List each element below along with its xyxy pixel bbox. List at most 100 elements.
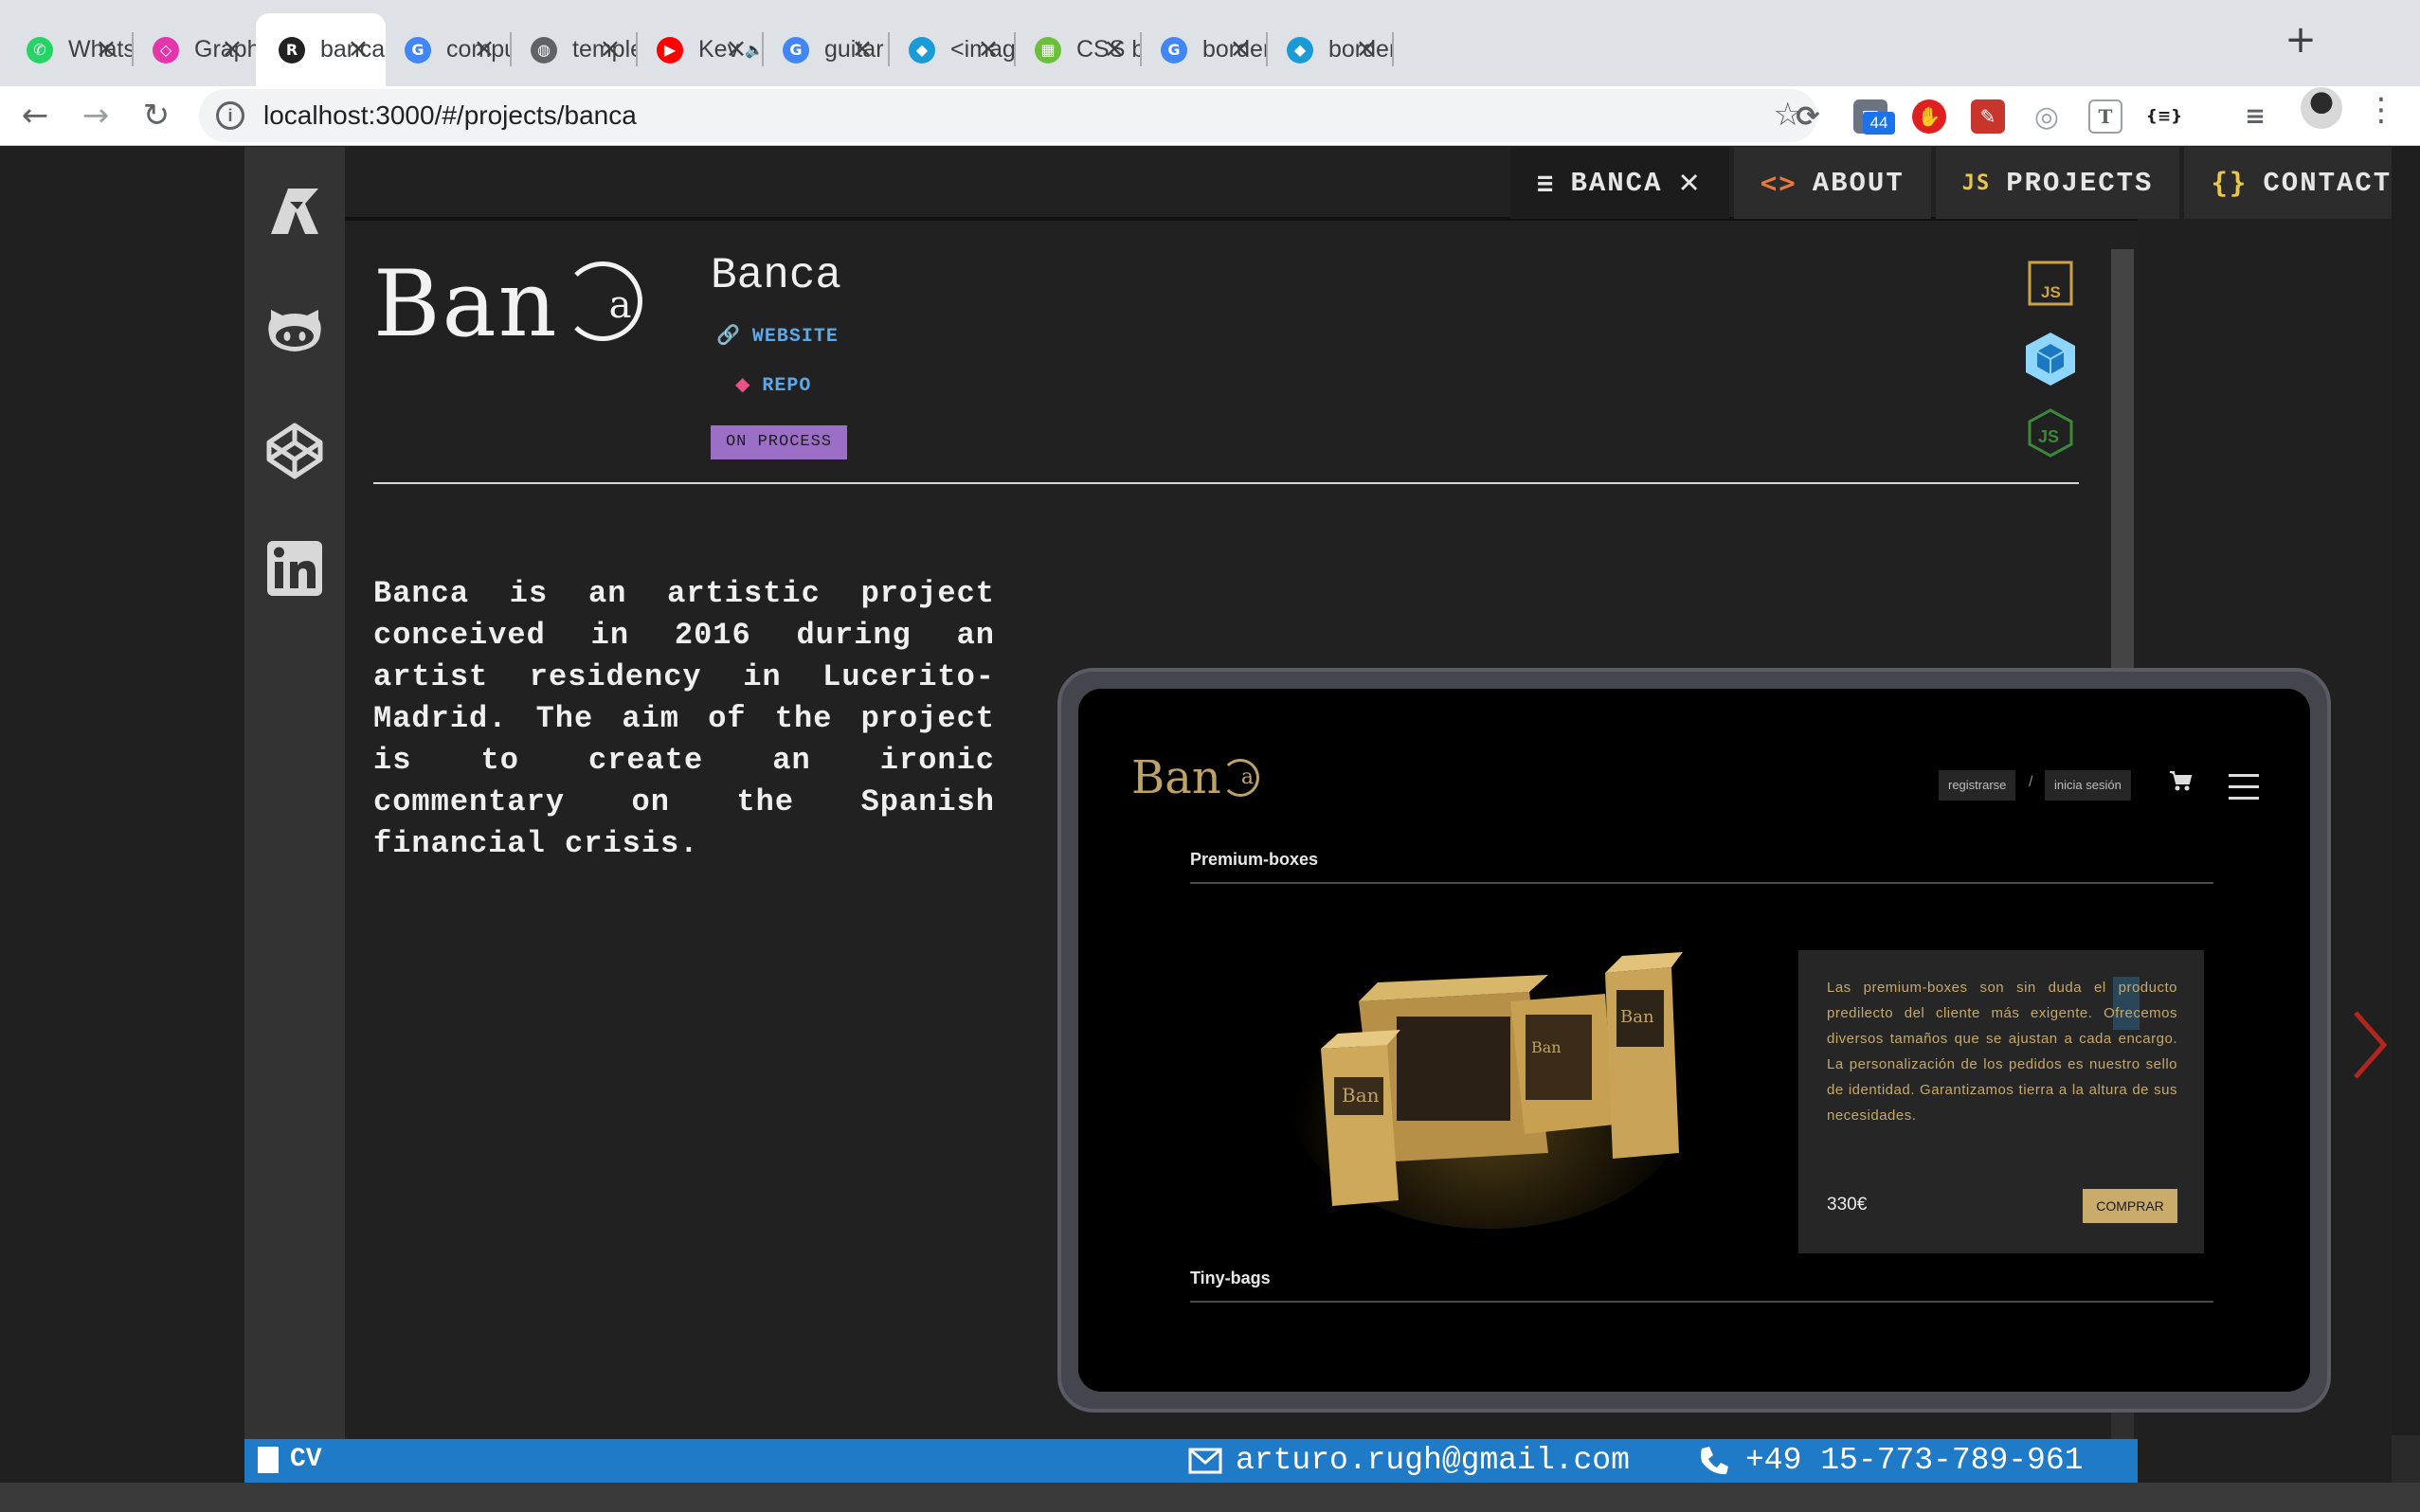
page-viewport: ≡ BANCA ✕ <> ABOUT JS PROJECTS {} CONTAC… — [0, 147, 2420, 1512]
browser-tab[interactable]: ✆WhatsA× — [4, 13, 134, 86]
ar-logo-icon: R — [279, 36, 305, 63]
tab-label: PROJECTS — [2006, 167, 2154, 199]
adblock-extension-icon[interactable]: ✋ — [1912, 99, 1946, 134]
repo-link[interactable]: ◆ REPO — [735, 372, 811, 397]
close-tab-icon[interactable]: ✕ — [1677, 167, 1702, 199]
box-label: Ban — [1531, 1038, 1562, 1056]
buy-button[interactable]: COMPRAR — [2083, 1189, 2177, 1223]
close-tab-icon[interactable]: × — [848, 34, 876, 63]
close-tab-icon[interactable]: × — [92, 34, 120, 63]
reload-button[interactable]: ↻ — [135, 94, 178, 137]
cv-link[interactable]: CV — [258, 1445, 322, 1474]
globe-icon: ◍ — [531, 36, 557, 63]
site-info-icon[interactable]: i — [216, 101, 244, 130]
product-price: 330€ — [1827, 1195, 1868, 1215]
phone-link[interactable]: +49 15-773-789-961 — [1698, 1443, 2083, 1478]
browser-tab[interactable]: ◇GraphQ× — [130, 13, 260, 86]
login-button[interactable]: inicia sesión — [2045, 770, 2131, 801]
tab-projects[interactable]: JS PROJECTS — [1935, 147, 2180, 219]
address-bar[interactable]: i localhost:3000/#/projects/banca ☆ — [199, 89, 1817, 142]
google-icon: G — [783, 36, 809, 63]
browser-tab[interactable]: Gguitar s× — [760, 13, 890, 86]
google-icon: G — [1161, 36, 1187, 63]
browser-tab[interactable]: Rbanca × — [256, 13, 386, 86]
youtube-icon: ▶ — [657, 36, 683, 63]
phone-text: +49 15-773-789-961 — [1745, 1443, 2084, 1478]
phone-icon — [1701, 1446, 1728, 1474]
screenshot-logo-c-mark: a — [1220, 759, 1259, 797]
email-link[interactable]: arturo.rugh@gmail.com — [1188, 1443, 1630, 1478]
new-tab-button[interactable]: + — [2280, 21, 2321, 63]
svg-text:JS: JS — [2038, 427, 2059, 446]
website-screenshot[interactable]: Ban a registrarse / inicia sesión Premium… — [1078, 689, 2310, 1392]
close-tab-icon[interactable]: × — [974, 34, 1002, 63]
page-scrollbar-thumb[interactable] — [2392, 147, 2420, 1435]
font-extension-icon[interactable]: T — [2088, 99, 2122, 134]
close-tab-icon[interactable]: × — [1352, 34, 1381, 63]
browser-tab[interactable]: ▶ Kev 🔈 × — [634, 13, 764, 86]
json-extension-icon[interactable]: {≡} — [2146, 99, 2182, 134]
document-icon — [258, 1446, 279, 1473]
page-scrollbar[interactable] — [2392, 147, 2420, 1512]
webpack-icon — [2026, 333, 2075, 386]
scrollbar-thumb[interactable] — [2111, 249, 2134, 675]
tab-banca[interactable]: ≡ BANCA ✕ — [1510, 147, 1729, 219]
bird-icon: ◆ — [909, 36, 935, 63]
extension-badge: 44 — [1863, 112, 1895, 135]
browser-tab[interactable]: ◍templet× — [508, 13, 638, 86]
tablet-mockup: Ban a registrarse / inicia sesión Premium… — [1057, 668, 2331, 1413]
section-heading-premium: Premium-boxes — [1190, 850, 1319, 869]
graphql-icon: ◇ — [153, 36, 179, 63]
close-tab-icon[interactable]: × — [218, 34, 246, 63]
record-extension-icon[interactable]: ◎ — [2030, 99, 2064, 134]
close-tab-icon[interactable]: × — [596, 34, 624, 63]
website-label: WEBSITE — [751, 326, 839, 348]
box-label: Ban — [1342, 1084, 1380, 1107]
ar-logo-icon[interactable] — [265, 181, 324, 240]
tab-label: ABOUT — [1812, 167, 1905, 199]
close-tab-icon[interactable]: × — [344, 34, 372, 63]
tab-separator — [1392, 32, 1394, 66]
section-rule — [1190, 882, 2213, 884]
codepen-icon[interactable] — [265, 422, 324, 480]
browser-tab[interactable]: Gborder-× — [1138, 13, 1268, 86]
close-tab-icon[interactable]: × — [470, 34, 498, 63]
sync-extension-icon[interactable]: ⟳ — [1791, 99, 1825, 134]
close-tab-icon[interactable]: × — [1100, 34, 1129, 63]
back-button[interactable]: ← — [13, 94, 57, 137]
contact-footer: CV arturo.rugh@gmail.com +49 15-773-789-… — [244, 1439, 2138, 1483]
top-navigation: ≡ BANCA ✕ <> ABOUT JS PROJECTS {} CONTAC… — [1510, 147, 2420, 219]
google-icon: G — [405, 36, 431, 63]
browser-tab[interactable]: Gcomput× — [382, 13, 512, 86]
hamburger-menu-icon[interactable] — [2229, 772, 2259, 802]
register-button[interactable]: registrarse — [1939, 770, 2016, 801]
forward-button[interactable]: → — [74, 94, 117, 137]
product-description: Las premium-boxes son sin duda el produc… — [1827, 980, 2177, 1124]
tab-label: CONTACT — [2263, 167, 2393, 199]
project-description: Banca is an artistic project conceived i… — [373, 576, 995, 861]
linkedin-icon[interactable] — [265, 539, 324, 598]
cssbar-icon: ▦ — [1035, 36, 1061, 63]
github-icon[interactable] — [265, 302, 324, 361]
logo-small-a: a — [608, 283, 634, 327]
cart-icon[interactable] — [2168, 768, 2193, 793]
browser-tab[interactable]: ◆<image× — [886, 13, 1016, 86]
tab-about[interactable]: <> ABOUT — [1733, 147, 1931, 219]
browser-tab[interactable]: ◆border-× — [1264, 13, 1394, 86]
close-tab-icon[interactable]: × — [1226, 34, 1255, 63]
media-control-icon[interactable]: ≡ — [2238, 99, 2272, 134]
color-picker-extension-icon[interactable]: ✎ — [1971, 99, 2005, 134]
horizontal-scrollbar[interactable] — [0, 1483, 2420, 1512]
screenshot-logo: Ban a — [1131, 751, 1259, 804]
cv-label: CV — [290, 1445, 322, 1474]
url-text[interactable]: localhost:3000/#/projects/banca — [263, 100, 637, 131]
next-slide-arrow-icon[interactable] — [2350, 1007, 2392, 1083]
close-tab-icon[interactable]: × — [722, 34, 750, 63]
tab-contact[interactable]: {} CONTACT — [2184, 147, 2419, 219]
screenshot-logo-small: a — [1240, 765, 1254, 789]
profile-avatar[interactable] — [2301, 87, 2342, 129]
browser-menu-icon[interactable]: ⋮ — [2365, 91, 2397, 129]
section-heading-tiny-bags: Tiny-bags — [1190, 1269, 1271, 1287]
browser-tab[interactable]: ▦CSS ba× — [1012, 13, 1142, 86]
website-link[interactable]: 🔗 WEBSITE — [716, 323, 839, 348]
